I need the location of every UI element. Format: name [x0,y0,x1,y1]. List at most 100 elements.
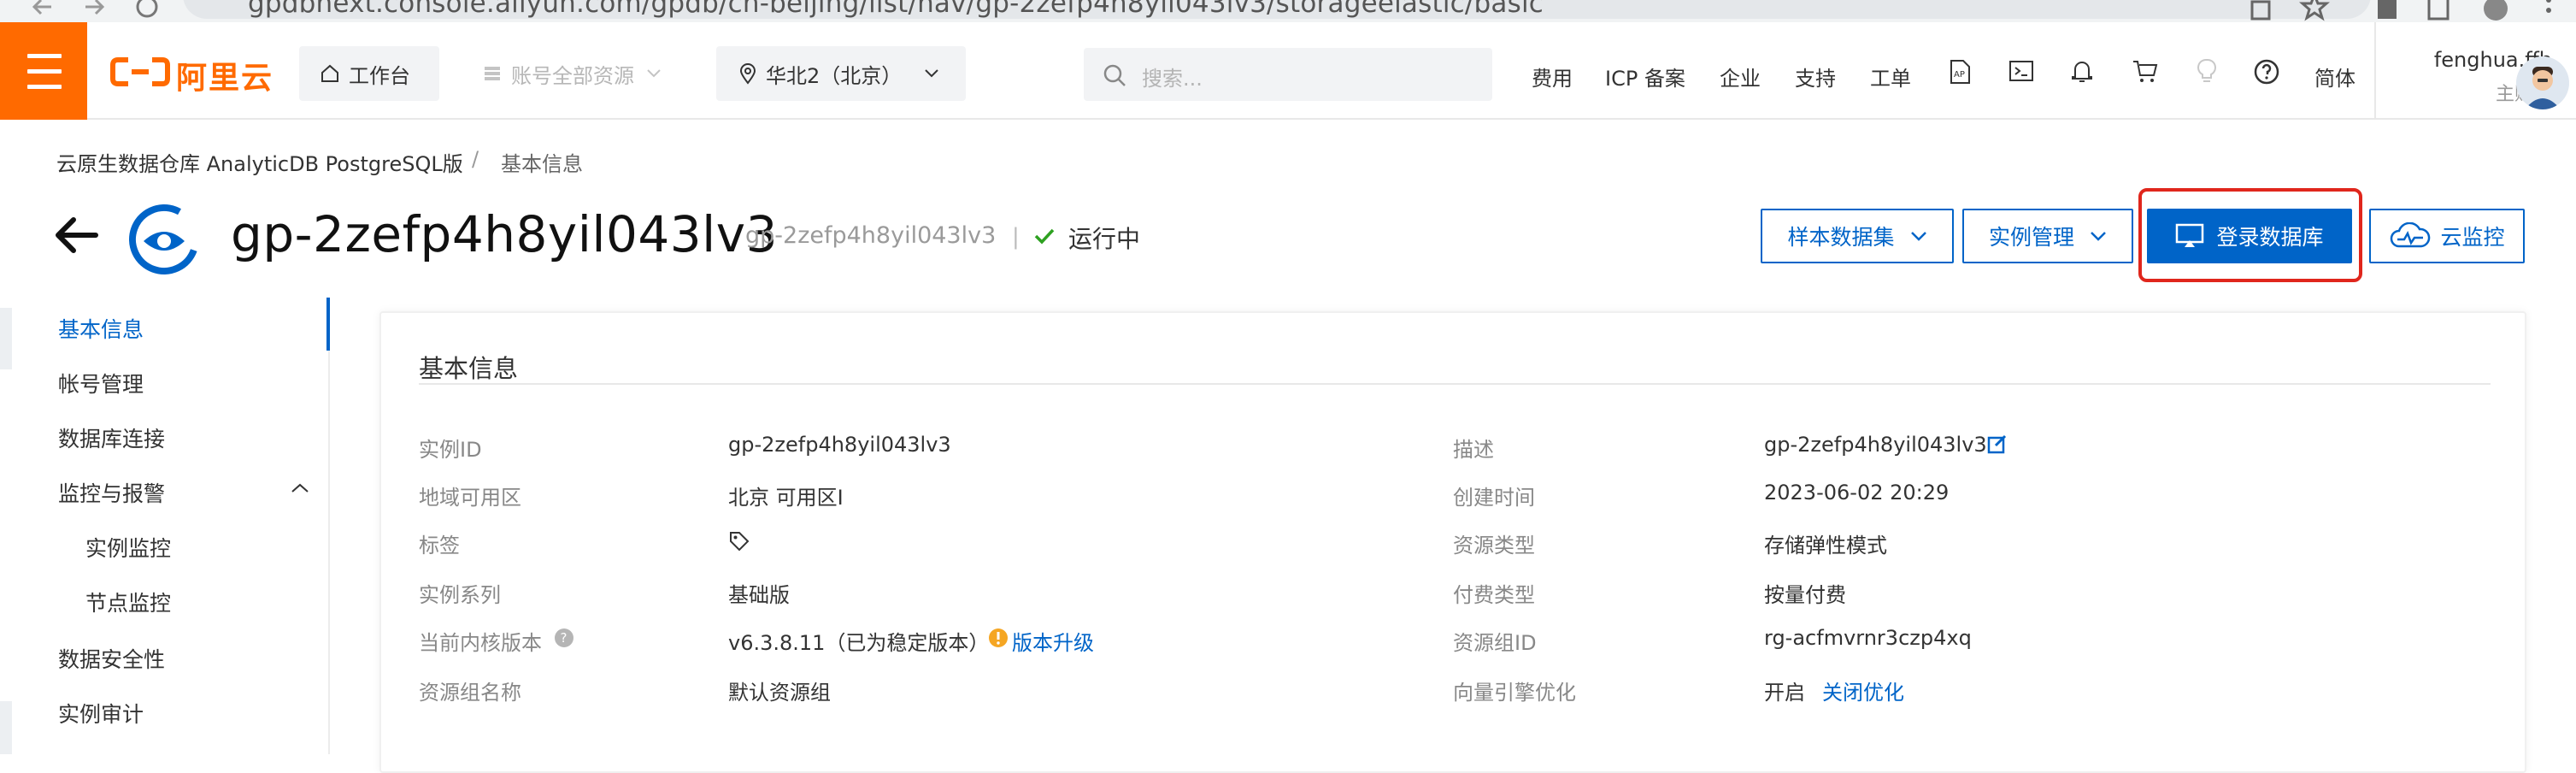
back-arrow-icon[interactable] [53,214,99,257]
breadcrumb-current: 基本信息 [501,152,583,176]
field-label: 标签 [419,534,460,558]
cloud-monitor-icon [2389,222,2432,250]
nav-link-fees[interactable]: 费用 [1532,62,1573,91]
account-scope-dropdown[interactable]: 账号全部资源 [468,46,680,101]
hamburger-menu-button[interactable] [0,22,87,120]
instance-manage-label: 实例管理 [1988,225,2074,250]
nav-link-support[interactable]: 支持 [1795,62,1836,91]
sidebar-item-node-monitor[interactable]: 节点监控 [85,587,171,617]
sample-dataset-button[interactable]: 样本数据集 [1761,209,1954,263]
home-icon [320,63,340,84]
instance-series-value: 基础版 [728,583,790,607]
status-badge: 运行中 [1068,225,1141,253]
sidebar-item-basic-info[interactable]: 基本信息 [58,313,144,344]
vector-engine-value: 开启 [1764,681,1805,705]
profile-icon[interactable] [2479,0,2513,22]
address-url[interactable]: gpdbnext.console.aliyun.com/gpdb/cn-beij… [248,0,1544,19]
avatar[interactable] [2516,56,2569,109]
field-label: 资源类型 [1453,534,1535,558]
nav-link-enterprise[interactable]: 企业 [1720,62,1761,91]
share-icon[interactable] [2248,0,2273,22]
workbench-label: 工作台 [349,63,410,88]
kernel-version-value: v6.3.8.11（已为稳定版本） [728,631,990,655]
sidebar-item-instance-monitor[interactable]: 实例监控 [85,532,171,563]
search-input[interactable]: 搜索... [1084,48,1492,101]
more-menu-icon[interactable] [2542,0,2555,22]
back-arrow-icon[interactable] [26,0,60,22]
created-time-value: 2023-06-02 20:29 [1764,481,1950,505]
account-scope-label: 账号全部资源 [511,63,634,88]
search-icon [1103,63,1126,87]
sidebar-item-monitoring[interactable]: 监控与报警 [58,477,165,508]
adb-postgresql-product-icon [128,204,200,275]
nav-link-tickets[interactable]: 工单 [1870,62,1911,91]
nav-link-icp[interactable]: ICP 备案 [1605,62,1685,91]
field-label: 地域可用区 [419,486,521,510]
scrollbar[interactable] [0,701,12,754]
extensions-icon[interactable] [2373,0,2403,22]
reload-icon[interactable] [130,0,164,22]
tag-icon[interactable] [728,530,750,552]
region-zone-value: 北京 可用区I [728,486,844,510]
region-dropdown[interactable]: 华北2（北京） [716,46,966,101]
field-label: 创建时间 [1453,486,1535,510]
field-label: 实例系列 [419,583,501,607]
language-switch[interactable]: 简体 [2314,62,2355,91]
bookmark-star-icon[interactable] [2299,0,2330,22]
check-icon [1032,224,1056,248]
scrollbar[interactable] [0,308,12,369]
field-label: 实例ID [419,438,482,462]
sidebar-item-audit[interactable]: 实例审计 [58,698,144,729]
breadcrumb-product[interactable]: 云原生数据仓库 AnalyticDB PostgreSQL版 [56,147,463,177]
window-icon[interactable] [2424,0,2455,22]
help-circle-icon[interactable]: ? [554,628,574,648]
sidebar-item-db-connection[interactable]: 数据库连接 [58,422,165,453]
field-label: 向量引擎优化 [1453,681,1576,705]
sidebar-item-accounts[interactable]: 帐号管理 [58,368,144,398]
field-label: 当前内核版本 [419,631,542,655]
aliyun-logo-text[interactable]: 阿里云 [176,53,273,97]
highlight-box [2138,188,2362,282]
search-placeholder: 搜索... [1142,67,1203,91]
section-title: 基本信息 [419,354,519,383]
header-divider: | [1012,224,1020,250]
svg-text:?: ? [561,630,568,646]
sidebar-divider [328,351,330,754]
field-label: 付费类型 [1453,583,1535,607]
upgrade-version-link[interactable]: 版本升级 [1012,626,1094,656]
chevron-up-icon[interactable] [291,482,309,494]
bell-icon[interactable] [2070,58,2094,84]
chevron-down-icon [2090,230,2107,242]
cart-icon[interactable] [2132,58,2159,84]
instance-id-value: gp-2zefp4h8yil043lv3 [728,433,951,457]
terminal-icon[interactable] [2008,58,2034,84]
field-label: 资源组ID [1453,631,1537,655]
nav-divider [2374,22,2376,120]
sidebar-item-data-security[interactable]: 数据安全性 [58,643,165,674]
top-navigation: 阿里云 工作台 账号全部资源 华北2（北京） 搜索... 费用 ICP 备案 企… [0,22,2576,120]
sample-dataset-label: 样本数据集 [1787,225,1895,250]
help-icon[interactable] [2253,58,2280,86]
edit-icon[interactable] [1986,433,2008,455]
disable-optimization-link[interactable]: 关闭优化 [1822,676,1904,705]
forward-arrow-icon[interactable] [77,0,111,22]
lightbulb-icon[interactable] [2197,58,2217,84]
sidebar-active-indicator [326,298,330,351]
instance-manage-button[interactable]: 实例管理 [1962,209,2133,263]
aliyun-logo-icon[interactable] [109,55,171,89]
api-icon[interactable]: AP [1947,58,1973,86]
cloud-monitor-label: 云监控 [2440,225,2505,250]
warning-icon [988,628,1009,648]
field-label: 描述 [1453,438,1494,462]
description-value: gp-2zefp4h8yil043lv3 [1764,433,1987,457]
workbench-button[interactable]: 工作台 [299,46,439,101]
browser-chrome: gpdbnext.console.aliyun.com/gpdb/cn-beij… [0,0,2576,22]
chevron-down-icon [646,68,662,79]
resource-group-id-value: rg-acfmvrnr3czp4xq [1764,626,1972,650]
cloud-monitor-button[interactable]: 云监控 [2369,209,2525,263]
resource-group-name-value: 默认资源组 [728,681,831,705]
location-pin-icon [738,62,757,85]
billing-type-value: 按量付费 [1764,583,1846,607]
chevron-down-icon [924,68,939,79]
instance-id-subtitle: gp-2zefp4h8yil043lv3 [745,222,997,249]
